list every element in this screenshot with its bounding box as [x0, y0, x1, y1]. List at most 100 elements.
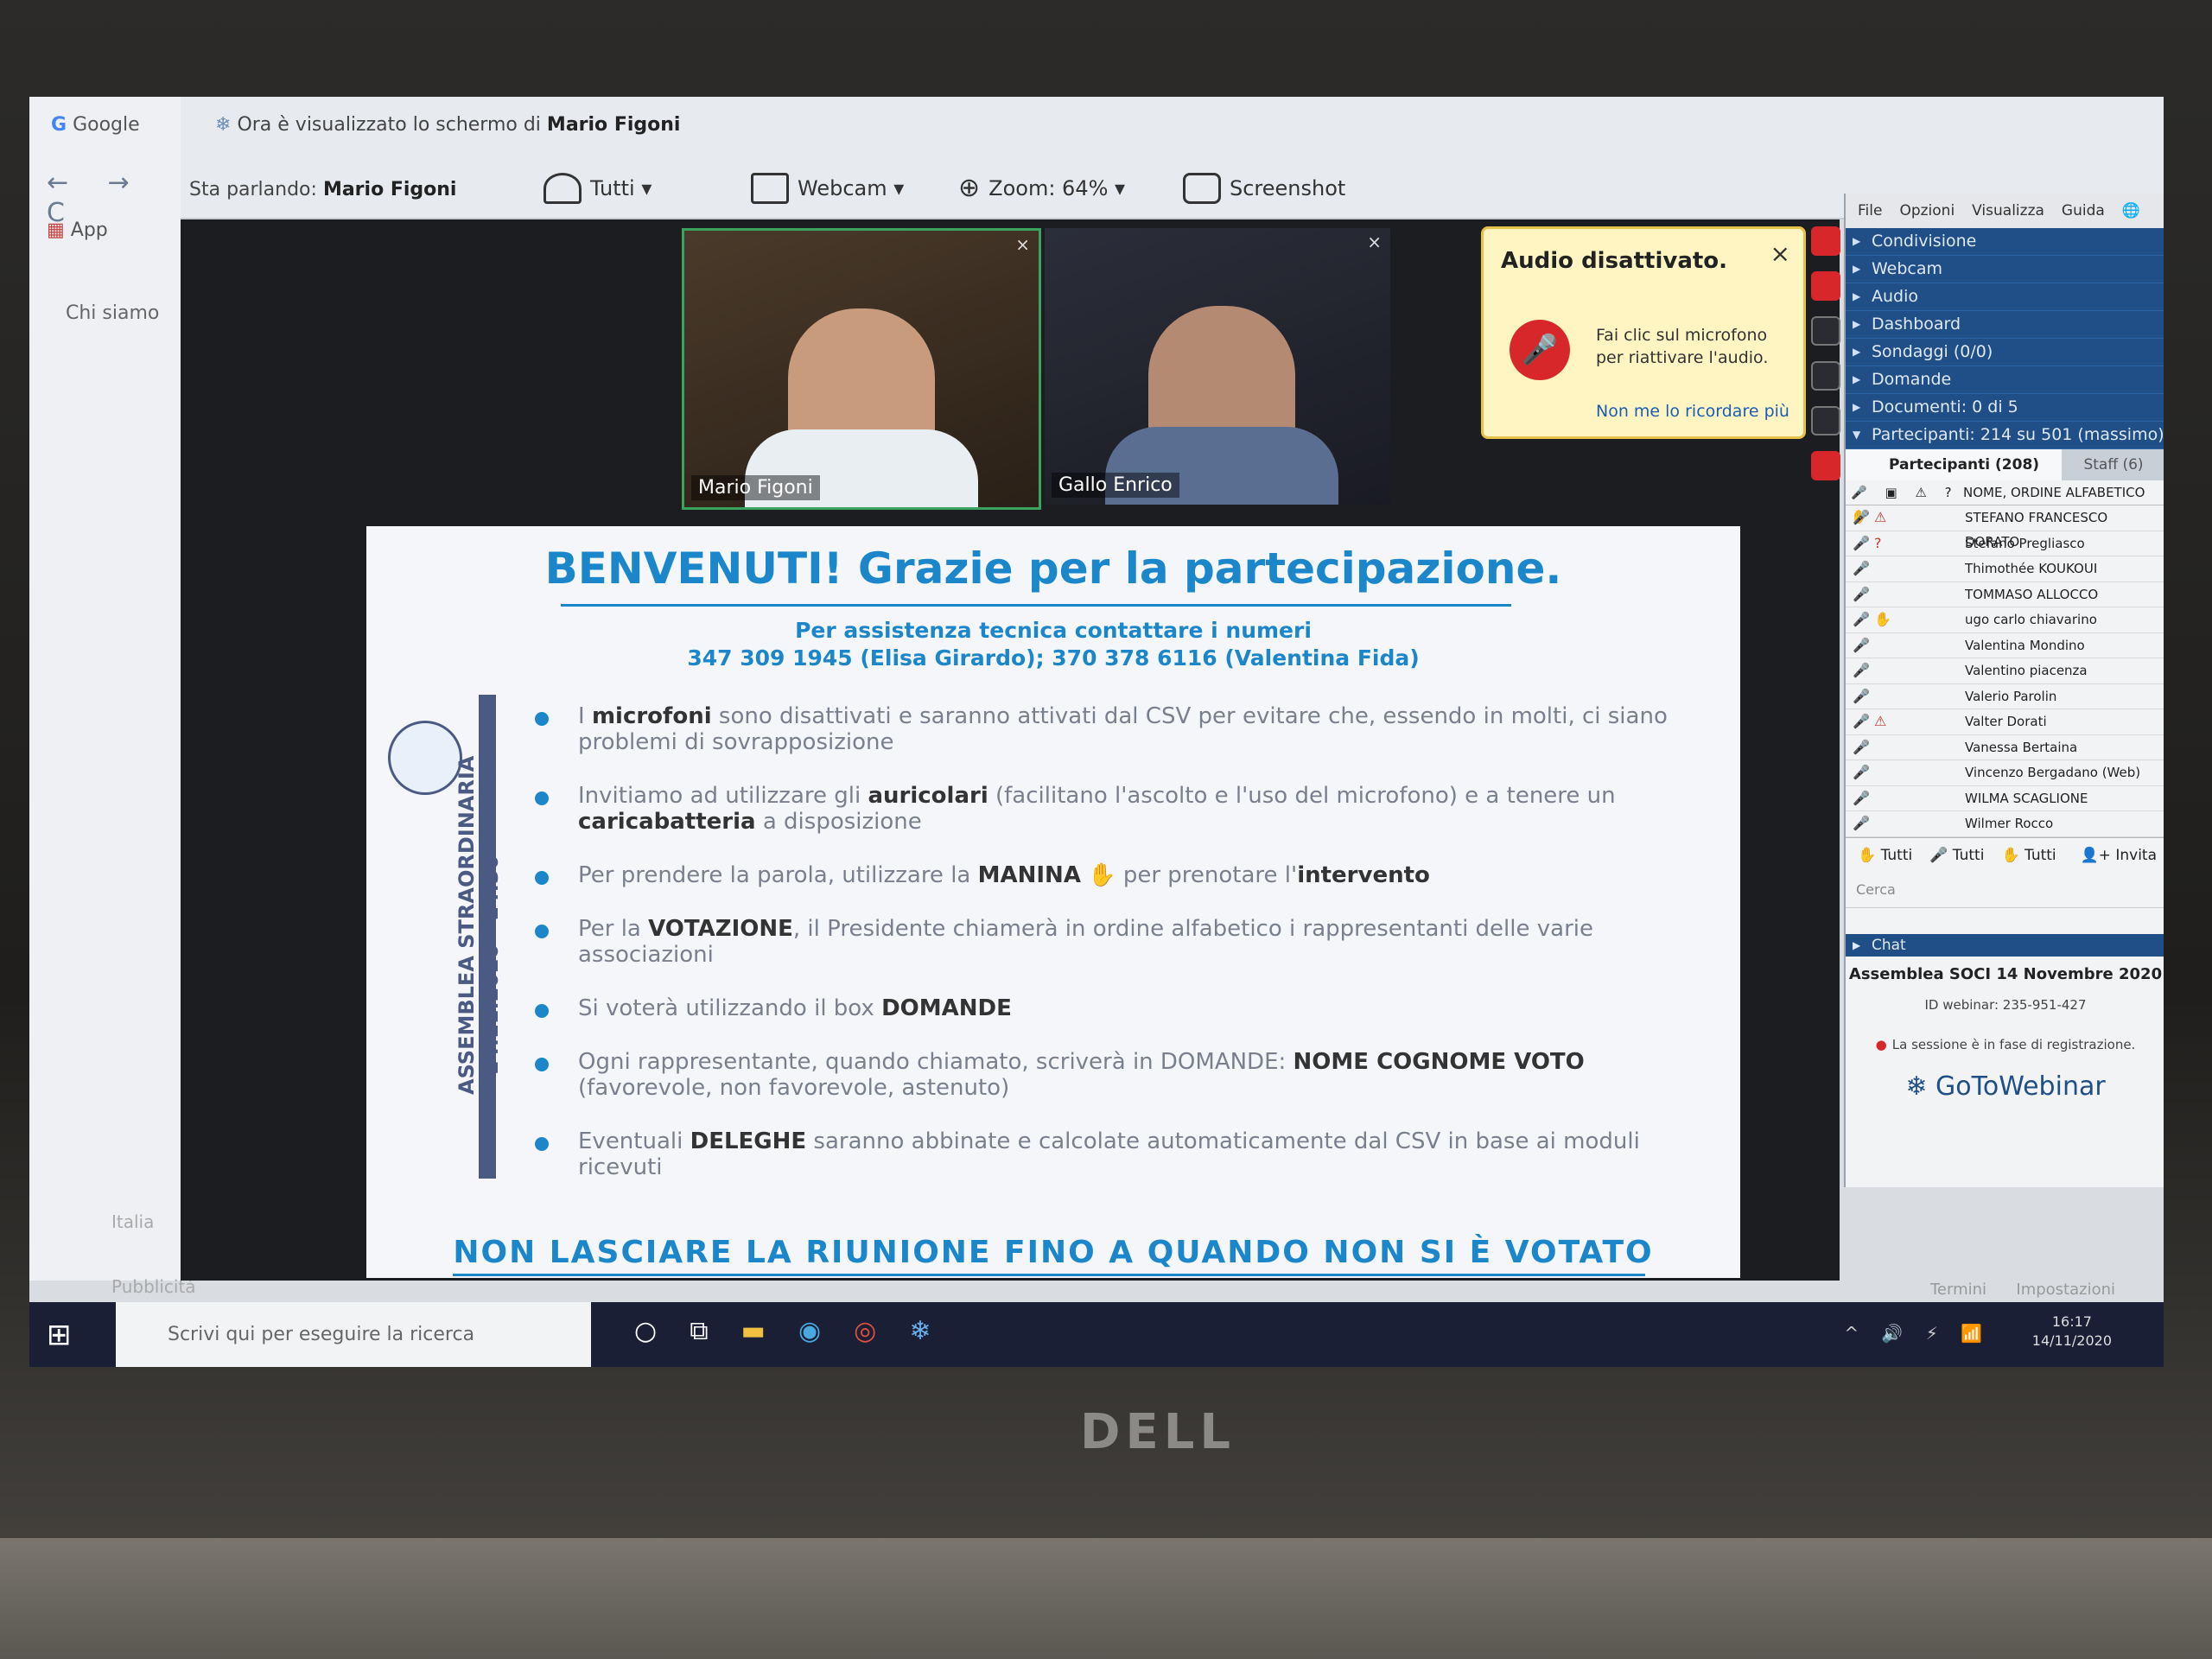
filter-all-hands[interactable]: ✋ Tutti — [1858, 847, 1912, 864]
close-icon[interactable]: × — [1770, 239, 1790, 268]
invite-button[interactable]: 👤+ Invita — [2081, 847, 2157, 864]
webcam-button[interactable]: Webcam ▾ — [751, 173, 904, 204]
windows-taskbar: ⊞ Scrivi qui per eseguire la ricerca ○ ⧉… — [29, 1302, 2164, 1367]
list-item[interactable]: 🎤 TOMMASO ALLOCCO — [1846, 582, 2164, 607]
filter-all-status[interactable]: ✋ Tutti — [2001, 847, 2056, 864]
video-gallo-enrico[interactable]: × Gallo Enrico — [1045, 228, 1390, 505]
snowflake-icon: ❄ — [215, 114, 232, 136]
list-item[interactable]: 🎤 ? Stefano Pregliasco — [1846, 531, 2164, 556]
webinar-id: ID webinar: 235-951-427 — [1924, 996, 2087, 1013]
slide-footer: NON LASCIARE LA RIUNIONE FINO A QUANDO N… — [453, 1235, 1654, 1270]
taskbar-apps: ○ ⧉ ▬ ◉ ◎ ❄ — [634, 1316, 931, 1346]
window-icon[interactable] — [1811, 406, 1840, 435]
tutti-button[interactable]: Tutti ▾ — [543, 173, 652, 204]
video-name-label: Gallo Enrico — [1052, 473, 1179, 498]
task-view-icon[interactable]: ⧉ — [690, 1316, 708, 1346]
tab-participants[interactable]: Partecipanti (208) — [1846, 449, 2062, 480]
list-item[interactable]: 🎤 Vincenzo Bergadano (Web) — [1846, 760, 2164, 786]
title-underline — [561, 604, 1511, 607]
camera-icon — [1183, 173, 1221, 204]
close-icon[interactable]: × — [1367, 232, 1382, 252]
apps-link[interactable]: ▦ App — [47, 219, 108, 241]
gotowebinar-logo: ❄ GoToWebinar — [1905, 1071, 2106, 1102]
tab-staff[interactable]: Staff (6) — [2062, 449, 2164, 480]
section-condivisione[interactable]: Condivisione — [1846, 228, 2164, 256]
list-item[interactable]: 🎤 Thimothée KOUKOUI — [1846, 556, 2164, 582]
windows-start-icon[interactable]: ⊞ — [47, 1318, 81, 1352]
screenshot-button[interactable]: Screenshot — [1183, 173, 1345, 204]
assistance-text: Per assistenza tecnica contattare i nume… — [687, 618, 1420, 671]
section-partecipanti[interactable]: Partecipanti: 214 su 501 (massimo) — [1846, 422, 2164, 449]
list-item[interactable]: 🎤 ⚠ Valter Dorati — [1846, 709, 2164, 735]
mic-muted-icon[interactable]: 🎤 — [1510, 320, 1570, 380]
list-item[interactable]: 🎤 Valentina Mondino — [1846, 633, 2164, 658]
google-tab[interactable]: G Google — [51, 114, 140, 136]
link-termini[interactable]: Termini — [1930, 1281, 1986, 1299]
list-item[interactable]: 🎤 Valentino piacenza — [1846, 658, 2164, 684]
footer-country: Italia — [111, 1211, 155, 1232]
mic-icon[interactable] — [1811, 271, 1840, 301]
section-documenti[interactable]: Documenti: 0 di 5 — [1846, 394, 2164, 422]
section-sondaggi[interactable]: Sondaggi (0/0) — [1846, 339, 2164, 366]
system-tray-icons[interactable]: ^ 🔊 ⚡ 📶 — [1844, 1323, 1991, 1344]
screen-icon[interactable] — [1811, 361, 1840, 391]
menu-visualizza[interactable]: Visualizza — [1967, 200, 2050, 221]
dell-logo: DELL — [1080, 1404, 1236, 1460]
webcam-icon[interactable] — [1811, 316, 1840, 346]
help-icon[interactable] — [1811, 451, 1840, 480]
list-item[interactable]: 🎤 WILMA SCAGLIONE — [1846, 786, 2164, 811]
list-item[interactable]: 🎤 Valerio Parolin — [1846, 684, 2164, 709]
section-chat[interactable]: Chat — [1846, 933, 2164, 957]
bullet-voto: Ogni rappresentante, quando chiamato, sc… — [535, 1049, 1693, 1101]
menu-file[interactable]: File — [1853, 200, 1887, 221]
participant-filters: ✋ Tutti 🎤 Tutti ✋ Tutti 👤+ Invita — [1846, 836, 2164, 873]
filter-all-mic[interactable]: 🎤 Tutti — [1929, 847, 1984, 864]
zoom-button[interactable]: ⊕ Zoom: 64% ▾ — [958, 173, 1125, 203]
section-audio[interactable]: Audio — [1846, 283, 2164, 311]
video-mario-figoni[interactable]: × Mario Figoni — [682, 228, 1041, 510]
system-clock[interactable]: 16:17 14/11/2020 — [2032, 1313, 2112, 1351]
footer-underline — [453, 1274, 1645, 1276]
close-icon[interactable]: × — [1015, 234, 1030, 255]
bullet-votazione: Per la VOTAZIONE, il Presidente chiamerà… — [535, 916, 1693, 968]
watching-label: ❄ Ora è visualizzato lo schermo di Mario… — [215, 114, 681, 136]
gotowebinar-taskbar-icon[interactable]: ❄ — [909, 1316, 931, 1346]
menu-opzioni[interactable]: Opzioni — [1894, 200, 1960, 221]
dont-remind-link[interactable]: Non me lo ricordare più — [1596, 402, 1789, 421]
menu-guida[interactable]: Guida — [2056, 200, 2110, 221]
globe-icon[interactable]: 🌐 — [2117, 200, 2145, 221]
popup-title: Audio disattivato. — [1501, 248, 1728, 274]
list-item[interactable]: 🎤 Wilmer Rocco — [1846, 811, 2164, 837]
participant-tabs: Partecipanti (208) Staff (6) — [1846, 449, 2164, 480]
bullet-microfoni: I microfoni sono disattivati e saranno a… — [535, 703, 1693, 755]
speaking-label: Sta parlando: Mario Figoni — [189, 179, 457, 200]
chrome-icon[interactable]: ◎ — [854, 1316, 876, 1346]
link-impostazioni[interactable]: Impostazioni — [2016, 1281, 2115, 1299]
section-domande[interactable]: Domande — [1846, 366, 2164, 394]
apps-grid-icon: ▦ — [47, 219, 65, 241]
audio-muted-popup: Audio disattivato. × 🎤 Fai clic sul micr… — [1481, 226, 1806, 439]
section-dashboard[interactable]: Dashboard — [1846, 311, 2164, 339]
list-item[interactable]: 🎤 ✋ ugo carlo chiavarino — [1846, 607, 2164, 633]
cortana-icon[interactable]: ○ — [634, 1316, 657, 1346]
bullet-manina: Per prendere la parola, utilizzare la MA… — [535, 862, 1693, 888]
vertical-bar — [479, 695, 496, 1179]
column-icons[interactable]: 🎤 ▣ ⚠ ? ✋ — [1846, 480, 1963, 524]
bullet-deleghe: Eventuali DELEGHE saranno abbinate e cal… — [535, 1128, 1693, 1180]
arrow-icon[interactable] — [1811, 226, 1840, 256]
section-webcam[interactable]: Webcam — [1846, 256, 2164, 283]
list-item[interactable]: 🎤 ⚠ STEFANO FRANCESCO DORATO — [1846, 505, 2164, 550]
file-explorer-icon[interactable]: ▬ — [741, 1316, 766, 1346]
bullet-domande: Si voterà utilizzando il box DOMANDE — [535, 995, 1693, 1021]
column-name-header[interactable]: NOME, ORDINE ALFABETICO — [1963, 480, 2145, 505]
participant-search-input[interactable]: Cerca — [1846, 873, 2164, 908]
video-name-label: Mario Figoni — [691, 475, 820, 500]
link-chi-siamo[interactable]: Chi siamo — [66, 302, 159, 324]
participant-column-header: 🎤 ▣ ⚠ ? ✋ NOME, ORDINE ALFABETICO — [1846, 480, 2164, 524]
people-icon — [543, 173, 582, 204]
list-item[interactable]: 🎤 Vanessa Bertaina — [1846, 735, 2164, 760]
taskbar-search-input[interactable]: Scrivi qui per eseguire la ricerca — [116, 1302, 591, 1367]
presentation-slide: BENVENUTI! Grazie per la partecipazione.… — [366, 526, 1740, 1278]
panel-menubar: File Opzioni Visualizza Guida 🌐 — [1846, 194, 2164, 228]
edge-icon[interactable]: ◉ — [798, 1316, 821, 1346]
